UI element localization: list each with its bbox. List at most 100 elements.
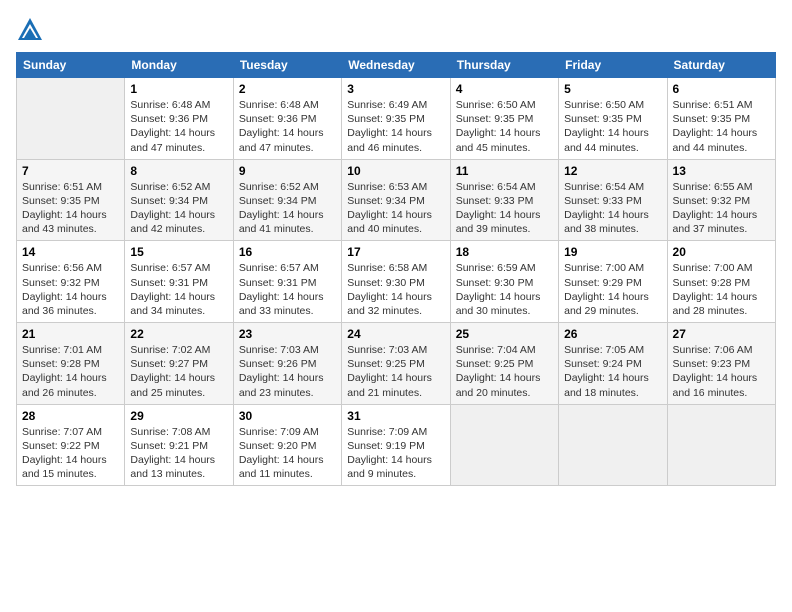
calendar-cell: 12 Sunrise: 6:54 AM Sunset: 9:33 PM Dayli… [559,159,667,241]
logo [16,16,48,44]
cell-info: Sunrise: 6:48 AM Sunset: 9:36 PM Dayligh… [239,98,336,155]
cell-info: Sunrise: 6:51 AM Sunset: 9:35 PM Dayligh… [22,180,119,237]
calendar-table: SundayMondayTuesdayWednesdayThursdayFrid… [16,52,776,486]
calendar-cell [667,404,775,486]
cell-info: Sunrise: 7:00 AM Sunset: 9:29 PM Dayligh… [564,261,661,318]
cell-info: Sunrise: 6:56 AM Sunset: 9:32 PM Dayligh… [22,261,119,318]
calendar-cell: 29 Sunrise: 7:08 AM Sunset: 9:21 PM Dayli… [125,404,233,486]
cell-info: Sunrise: 6:59 AM Sunset: 9:30 PM Dayligh… [456,261,553,318]
cell-info: Sunrise: 7:00 AM Sunset: 9:28 PM Dayligh… [673,261,770,318]
calendar-cell: 9 Sunrise: 6:52 AM Sunset: 9:34 PM Daylig… [233,159,341,241]
day-header-monday: Monday [125,53,233,78]
cell-info: Sunrise: 7:05 AM Sunset: 9:24 PM Dayligh… [564,343,661,400]
calendar-cell: 7 Sunrise: 6:51 AM Sunset: 9:35 PM Daylig… [17,159,125,241]
day-header-tuesday: Tuesday [233,53,341,78]
day-number: 30 [239,409,336,423]
day-number: 21 [22,327,119,341]
cell-info: Sunrise: 7:02 AM Sunset: 9:27 PM Dayligh… [130,343,227,400]
calendar-cell: 4Sunrise: 6:50 AM Sunset: 9:35 PM Daylig… [450,78,558,160]
day-number: 8 [130,164,227,178]
cell-info: Sunrise: 6:57 AM Sunset: 9:31 PM Dayligh… [130,261,227,318]
calendar-cell: 27 Sunrise: 7:06 AM Sunset: 9:23 PM Dayli… [667,323,775,405]
cell-info: Sunrise: 6:52 AM Sunset: 9:34 PM Dayligh… [239,180,336,237]
cell-info: Sunrise: 6:55 AM Sunset: 9:32 PM Dayligh… [673,180,770,237]
day-number: 17 [347,245,444,259]
calendar-cell: 22 Sunrise: 7:02 AM Sunset: 9:27 PM Dayli… [125,323,233,405]
cell-info: Sunrise: 6:58 AM Sunset: 9:30 PM Dayligh… [347,261,444,318]
day-number: 26 [564,327,661,341]
day-header-sunday: Sunday [17,53,125,78]
calendar-week-4: 21Sunrise: 7:01 AM Sunset: 9:28 PM Dayli… [17,323,776,405]
cell-info: Sunrise: 7:03 AM Sunset: 9:25 PM Dayligh… [347,343,444,400]
cell-info: Sunrise: 6:57 AM Sunset: 9:31 PM Dayligh… [239,261,336,318]
calendar-cell: 17 Sunrise: 6:58 AM Sunset: 9:30 PM Dayli… [342,241,450,323]
calendar-cell: 25 Sunrise: 7:04 AM Sunset: 9:25 PM Dayli… [450,323,558,405]
calendar-cell: 3 Sunrise: 6:49 AM Sunset: 9:35 PM Daylig… [342,78,450,160]
day-number: 25 [456,327,553,341]
day-number: 31 [347,409,444,423]
calendar-cell: 20 Sunrise: 7:00 AM Sunset: 9:28 PM Dayli… [667,241,775,323]
day-number: 6 [673,82,770,96]
calendar-cell: 31 Sunrise: 7:09 AM Sunset: 9:19 PM Dayli… [342,404,450,486]
day-header-wednesday: Wednesday [342,53,450,78]
cell-info: Sunrise: 6:50 AM Sunset: 9:35 PM Dayligh… [564,98,661,155]
cell-info: Sunrise: 7:07 AM Sunset: 9:22 PM Dayligh… [22,425,119,482]
calendar-cell: 26 Sunrise: 7:05 AM Sunset: 9:24 PM Dayli… [559,323,667,405]
calendar-week-3: 14Sunrise: 6:56 AM Sunset: 9:32 PM Dayli… [17,241,776,323]
calendar-cell: 18 Sunrise: 6:59 AM Sunset: 9:30 PM Dayli… [450,241,558,323]
calendar-cell: 6 Sunrise: 6:51 AM Sunset: 9:35 PM Daylig… [667,78,775,160]
day-number: 23 [239,327,336,341]
calendar-week-2: 7 Sunrise: 6:51 AM Sunset: 9:35 PM Daylig… [17,159,776,241]
calendar-week-1: 1Sunrise: 6:48 AM Sunset: 9:36 PM Daylig… [17,78,776,160]
day-number: 13 [673,164,770,178]
day-number: 19 [564,245,661,259]
day-number: 4 [456,82,553,96]
cell-info: Sunrise: 6:54 AM Sunset: 9:33 PM Dayligh… [456,180,553,237]
day-number: 12 [564,164,661,178]
day-number: 27 [673,327,770,341]
day-number: 22 [130,327,227,341]
calendar-cell: 28 Sunrise: 7:07 AM Sunset: 9:22 PM Dayli… [17,404,125,486]
calendar-cell: 5 Sunrise: 6:50 AM Sunset: 9:35 PM Daylig… [559,78,667,160]
day-number: 20 [673,245,770,259]
calendar-header: SundayMondayTuesdayWednesdayThursdayFrid… [17,53,776,78]
calendar-cell: 10Sunrise: 6:53 AM Sunset: 9:34 PM Dayli… [342,159,450,241]
cell-info: Sunrise: 6:54 AM Sunset: 9:33 PM Dayligh… [564,180,661,237]
day-number: 28 [22,409,119,423]
calendar-cell: 21Sunrise: 7:01 AM Sunset: 9:28 PM Dayli… [17,323,125,405]
logo-icon [16,16,44,44]
calendar-cell: 15 Sunrise: 6:57 AM Sunset: 9:31 PM Dayli… [125,241,233,323]
calendar-cell: 2 Sunrise: 6:48 AM Sunset: 9:36 PM Daylig… [233,78,341,160]
cell-info: Sunrise: 7:06 AM Sunset: 9:23 PM Dayligh… [673,343,770,400]
calendar-cell [17,78,125,160]
day-number: 2 [239,82,336,96]
cell-info: Sunrise: 7:09 AM Sunset: 9:19 PM Dayligh… [347,425,444,482]
cell-info: Sunrise: 6:53 AM Sunset: 9:34 PM Dayligh… [347,180,444,237]
day-number: 3 [347,82,444,96]
day-header-thursday: Thursday [450,53,558,78]
day-number: 5 [564,82,661,96]
cell-info: Sunrise: 6:49 AM Sunset: 9:35 PM Dayligh… [347,98,444,155]
day-header-friday: Friday [559,53,667,78]
cell-info: Sunrise: 6:51 AM Sunset: 9:35 PM Dayligh… [673,98,770,155]
cell-info: Sunrise: 7:04 AM Sunset: 9:25 PM Dayligh… [456,343,553,400]
calendar-cell: 16 Sunrise: 6:57 AM Sunset: 9:31 PM Dayli… [233,241,341,323]
calendar-cell: 13 Sunrise: 6:55 AM Sunset: 9:32 PM Dayli… [667,159,775,241]
day-number: 18 [456,245,553,259]
cell-info: Sunrise: 6:48 AM Sunset: 9:36 PM Dayligh… [130,98,227,155]
day-number: 7 [22,164,119,178]
calendar-cell [450,404,558,486]
calendar-body: 1Sunrise: 6:48 AM Sunset: 9:36 PM Daylig… [17,78,776,486]
cell-info: Sunrise: 6:52 AM Sunset: 9:34 PM Dayligh… [130,180,227,237]
calendar-cell: 11Sunrise: 6:54 AM Sunset: 9:33 PM Dayli… [450,159,558,241]
day-number: 24 [347,327,444,341]
calendar-week-5: 28 Sunrise: 7:07 AM Sunset: 9:22 PM Dayli… [17,404,776,486]
cell-info: Sunrise: 7:03 AM Sunset: 9:26 PM Dayligh… [239,343,336,400]
cell-info: Sunrise: 7:08 AM Sunset: 9:21 PM Dayligh… [130,425,227,482]
day-number: 15 [130,245,227,259]
day-number: 9 [239,164,336,178]
day-header-saturday: Saturday [667,53,775,78]
day-number: 29 [130,409,227,423]
calendar-cell: 14Sunrise: 6:56 AM Sunset: 9:32 PM Dayli… [17,241,125,323]
day-number: 16 [239,245,336,259]
